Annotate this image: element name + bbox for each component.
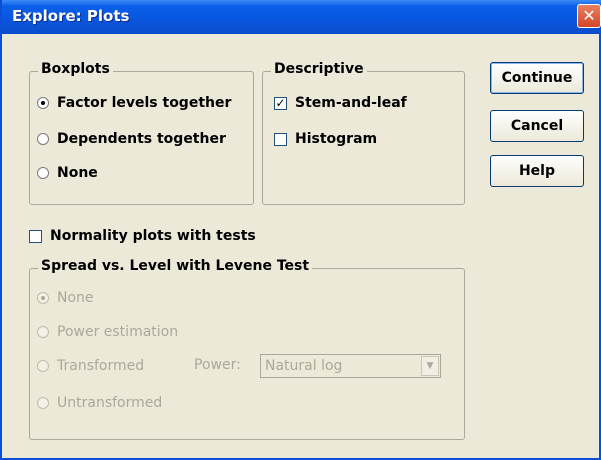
close-button[interactable]: ✕	[577, 4, 601, 28]
continue-button[interactable]: Continue	[490, 62, 584, 94]
power-select-value: Natural log	[265, 358, 343, 374]
radio-factor-levels-together[interactable]: Factor levels together	[37, 95, 231, 111]
title-bar[interactable]: Explore: Plots ✕	[2, 0, 601, 34]
radio-icon	[37, 167, 49, 179]
chevron-down-icon[interactable]: ▼	[421, 356, 439, 376]
checkbox-histogram[interactable]: Histogram	[274, 131, 377, 147]
power-select[interactable]: Natural log ▼	[260, 354, 441, 378]
radio-selected-icon	[37, 292, 49, 304]
explore-plots-dialog: Explore: Plots ✕ Boxplots Factor levels …	[0, 0, 601, 460]
close-icon: ✕	[582, 6, 596, 25]
checkbox-label: Normality plots with tests	[50, 228, 256, 244]
radio-label: Power estimation	[57, 324, 179, 340]
checkbox-label: Histogram	[295, 131, 378, 147]
checkbox-icon	[274, 132, 287, 146]
spread-vs-level-label: Spread vs. Level with Levene Test	[38, 258, 313, 274]
radio-power-estimation[interactable]: Power estimation	[37, 324, 178, 340]
radio-label: Transformed	[57, 358, 145, 374]
radio-selected-icon	[37, 97, 49, 109]
checkbox-stem-and-leaf[interactable]: ✓ Stem-and-leaf	[274, 95, 407, 111]
power-label: Power:	[194, 357, 241, 373]
radio-icon	[37, 326, 49, 338]
checkbox-label: Stem-and-leaf	[295, 95, 407, 111]
radio-spread-none[interactable]: None	[37, 290, 94, 306]
radio-icon	[37, 397, 49, 409]
radio-label: Untransformed	[57, 395, 163, 411]
descriptive-label: Descriptive	[271, 61, 367, 77]
dialog-title: Explore: Plots	[12, 7, 130, 25]
checkbox-icon	[29, 229, 42, 243]
cancel-button[interactable]: Cancel	[490, 110, 584, 142]
radio-dependents-together[interactable]: Dependents together	[37, 131, 226, 147]
radio-transformed[interactable]: Transformed	[37, 358, 144, 374]
radio-untransformed[interactable]: Untransformed	[37, 395, 162, 411]
radio-label: None	[57, 290, 94, 306]
radio-label: Factor levels together	[57, 95, 232, 111]
radio-label: Dependents together	[57, 131, 226, 147]
checkbox-checked-icon: ✓	[274, 95, 287, 110]
boxplots-label: Boxplots	[38, 61, 113, 77]
radio-icon	[37, 360, 49, 372]
help-button[interactable]: Help	[490, 155, 584, 187]
checkbox-normality-plots[interactable]: Normality plots with tests	[29, 228, 256, 244]
radio-label: None	[57, 165, 98, 181]
radio-boxplots-none[interactable]: None	[37, 165, 98, 181]
radio-icon	[37, 133, 49, 145]
